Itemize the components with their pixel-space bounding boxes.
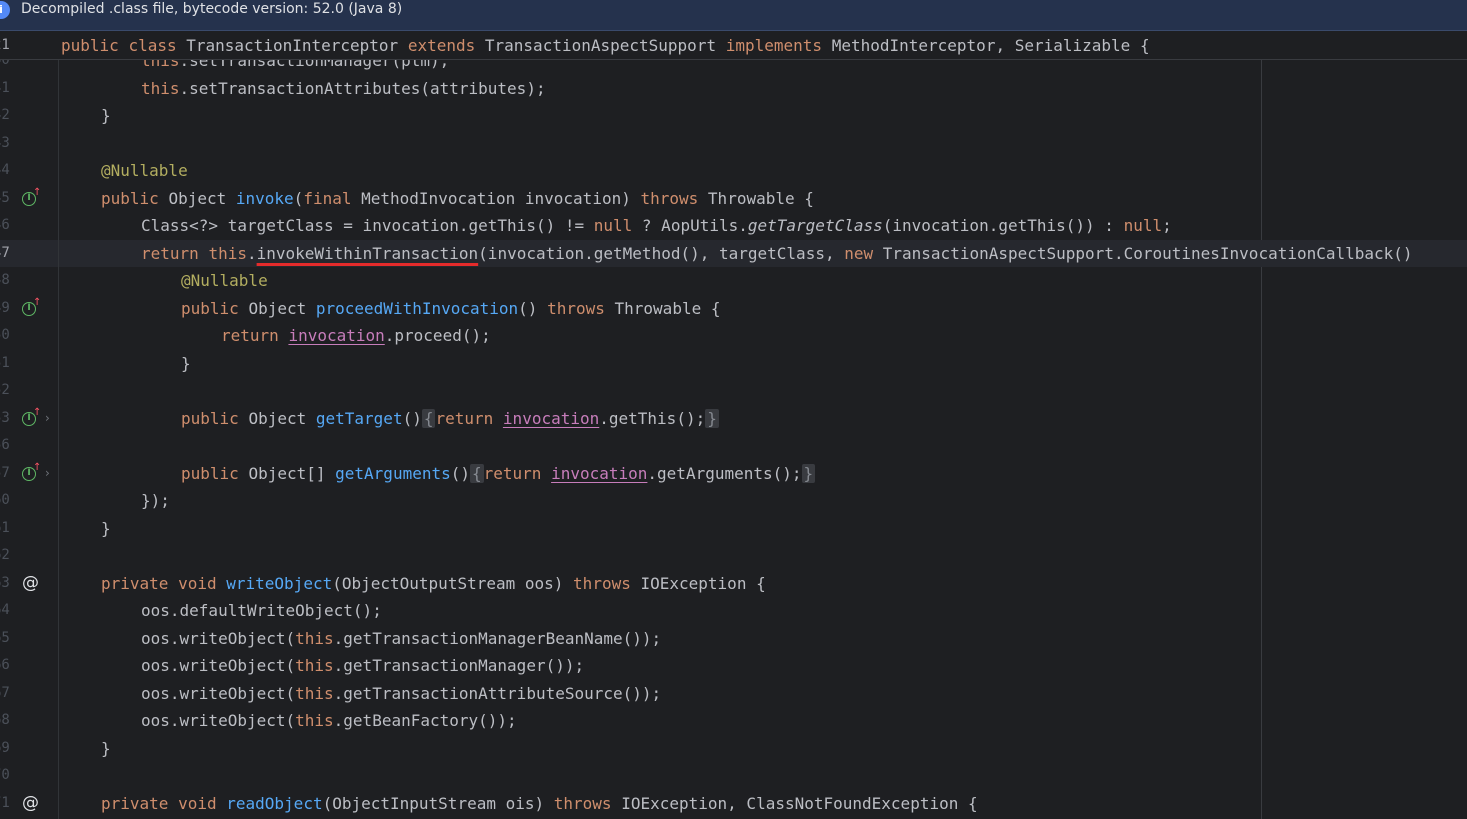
folded-region[interactable]: { <box>421 409 436 428</box>
line-number: 40 <box>0 60 10 68</box>
line-number: 62 <box>0 547 10 563</box>
line-number: 52 <box>0 382 10 398</box>
code-line-50: 50 return invocation.proceed(); <box>0 322 1467 349</box>
line-number: 51 <box>0 355 10 371</box>
code-text: this.setTransactionManager(ptm); <box>141 60 450 70</box>
gutter-separator <box>58 32 59 819</box>
line-number: 61 <box>0 520 10 536</box>
code-line-44: 44 @Nullable <box>0 157 1467 184</box>
code-text: private void readObject(ObjectInputStrea… <box>101 794 978 813</box>
code-text: @Nullable <box>101 161 188 180</box>
fold-arrow-icon[interactable]: › <box>45 405 50 432</box>
banner-text: Decompiled .class file, bytecode version… <box>21 1 403 17</box>
line-number: 42 <box>0 107 10 123</box>
override-up-arrow-icon: ↑ <box>33 407 42 418</box>
code-text: oos.writeObject(this.getTransactionManag… <box>141 629 662 648</box>
code-text: oos.writeObject(this.getTransactionManag… <box>141 656 585 675</box>
code-line-52: 52 <box>0 377 1467 404</box>
info-icon: i <box>0 1 10 19</box>
line-number: 64 <box>0 602 10 618</box>
code-text: } <box>101 519 111 538</box>
line-number: 44 <box>0 162 10 178</box>
line-number: 70 <box>0 767 10 783</box>
serialization-at-icon[interactable]: @ <box>22 570 39 597</box>
line-number: 67 <box>0 685 10 701</box>
code-line-41: 41 this.setTransactionAttributes(attribu… <box>0 75 1467 102</box>
code-text: return invocation.proceed(); <box>221 326 491 345</box>
code-line-70: 70 <box>0 762 1467 789</box>
code-text: oos.defaultWriteObject(); <box>141 601 382 620</box>
line-number: 21 <box>0 37 10 53</box>
code-line-42: 42 } <box>0 102 1467 129</box>
highlighted-method-call[interactable]: invokeWithinTransaction <box>257 244 479 263</box>
code-line-69: 69 } <box>0 735 1467 762</box>
line-number: 47 <box>0 245 10 261</box>
code-text: @Nullable <box>181 271 268 290</box>
folded-region[interactable]: } <box>801 464 816 483</box>
code-text: oos.writeObject(this.getTransactionAttri… <box>141 684 662 703</box>
folded-region[interactable]: { <box>470 464 484 483</box>
line-number: 65 <box>0 630 10 646</box>
line-number: 43 <box>0 135 10 151</box>
sticky-class-header[interactable]: 21 public class TransactionInterceptor e… <box>0 32 1467 60</box>
line-number: 50 <box>0 327 10 343</box>
code-text: public Object invoke(final MethodInvocat… <box>101 189 814 208</box>
code-line-47-current: 47 return this.invokeWithinTransaction(i… <box>0 240 1467 267</box>
override-up-arrow-icon: ↑ <box>33 462 42 473</box>
code-text: public Object proceedWithInvocation() th… <box>181 299 721 318</box>
code-line-57: 57 I ↑ › public Object[] getArguments(){… <box>0 460 1467 487</box>
code-line-45: 45 I ↑ public Object invoke(final Method… <box>0 185 1467 212</box>
code-text: } <box>101 106 111 125</box>
code-line-71: 71 @ private void readObject(ObjectInput… <box>0 790 1467 817</box>
line-number: 56 <box>0 437 10 453</box>
code-text: public Object getTarget(){return invocat… <box>181 409 719 428</box>
code-line-48: 48 @Nullable <box>0 267 1467 294</box>
code-editor[interactable]: 40 this.setTransactionManager(ptm); 41 t… <box>0 60 1467 819</box>
code-line-61: 61 } <box>0 515 1467 542</box>
line-number: 68 <box>0 712 10 728</box>
code-text: return this.invokeWithinTransaction(invo… <box>141 244 1413 263</box>
override-up-arrow-icon: ↑ <box>33 297 42 308</box>
code-text: private void writeObject(ObjectOutputStr… <box>101 574 766 593</box>
decompiled-banner: i Decompiled .class file, bytecode versi… <box>0 0 1467 31</box>
code-line-65: 65 oos.writeObject(this.getTransactionMa… <box>0 625 1467 652</box>
code-line-67: 67 oos.writeObject(this.getTransactionAt… <box>0 680 1467 707</box>
code-line-40: 40 this.setTransactionManager(ptm); <box>0 60 1467 74</box>
code-line-60: 60 }); <box>0 487 1467 514</box>
code-line-56: 56 <box>0 432 1467 459</box>
code-text: }); <box>141 491 170 510</box>
code-line-51: 51 } <box>0 350 1467 377</box>
code-line-63: 63 @ private void writeObject(ObjectOutp… <box>0 570 1467 597</box>
serialization-at-icon[interactable]: @ <box>22 790 39 817</box>
code-text: oos.writeObject(this.getBeanFactory()); <box>141 711 517 730</box>
line-number: 41 <box>0 80 10 96</box>
code-line: public class TransactionInterceptor exte… <box>61 36 1150 55</box>
code-line-53: 53 I ↑ › public Object getTarget(){retur… <box>0 405 1467 432</box>
code-line-43: 43 <box>0 130 1467 157</box>
code-line-62: 62 <box>0 542 1467 569</box>
code-text: this.setTransactionAttributes(attributes… <box>141 79 546 98</box>
line-number: 66 <box>0 657 10 673</box>
code-line-49: 49 I ↑ public Object proceedWithInvocati… <box>0 295 1467 322</box>
line-number: 48 <box>0 272 10 288</box>
line-number: 46 <box>0 217 10 233</box>
code-line-66: 66 oos.writeObject(this.getTransactionMa… <box>0 652 1467 679</box>
line-number: 69 <box>0 740 10 756</box>
line-number: 60 <box>0 492 10 508</box>
override-up-arrow-icon: ↑ <box>33 187 42 198</box>
code-text: } <box>181 354 191 373</box>
code-line-46: 46 Class<?> targetClass = invocation.get… <box>0 212 1467 239</box>
folded-region[interactable]: } <box>705 409 719 428</box>
code-text: } <box>101 739 111 758</box>
code-line-64: 64 oos.defaultWriteObject(); <box>0 597 1467 624</box>
fold-arrow-icon[interactable]: › <box>45 460 50 487</box>
code-line-68: 68 oos.writeObject(this.getBeanFactory()… <box>0 707 1467 734</box>
code-text: public Object[] getArguments(){return in… <box>181 464 816 483</box>
code-text: Class<?> targetClass = invocation.getThi… <box>141 216 1172 235</box>
